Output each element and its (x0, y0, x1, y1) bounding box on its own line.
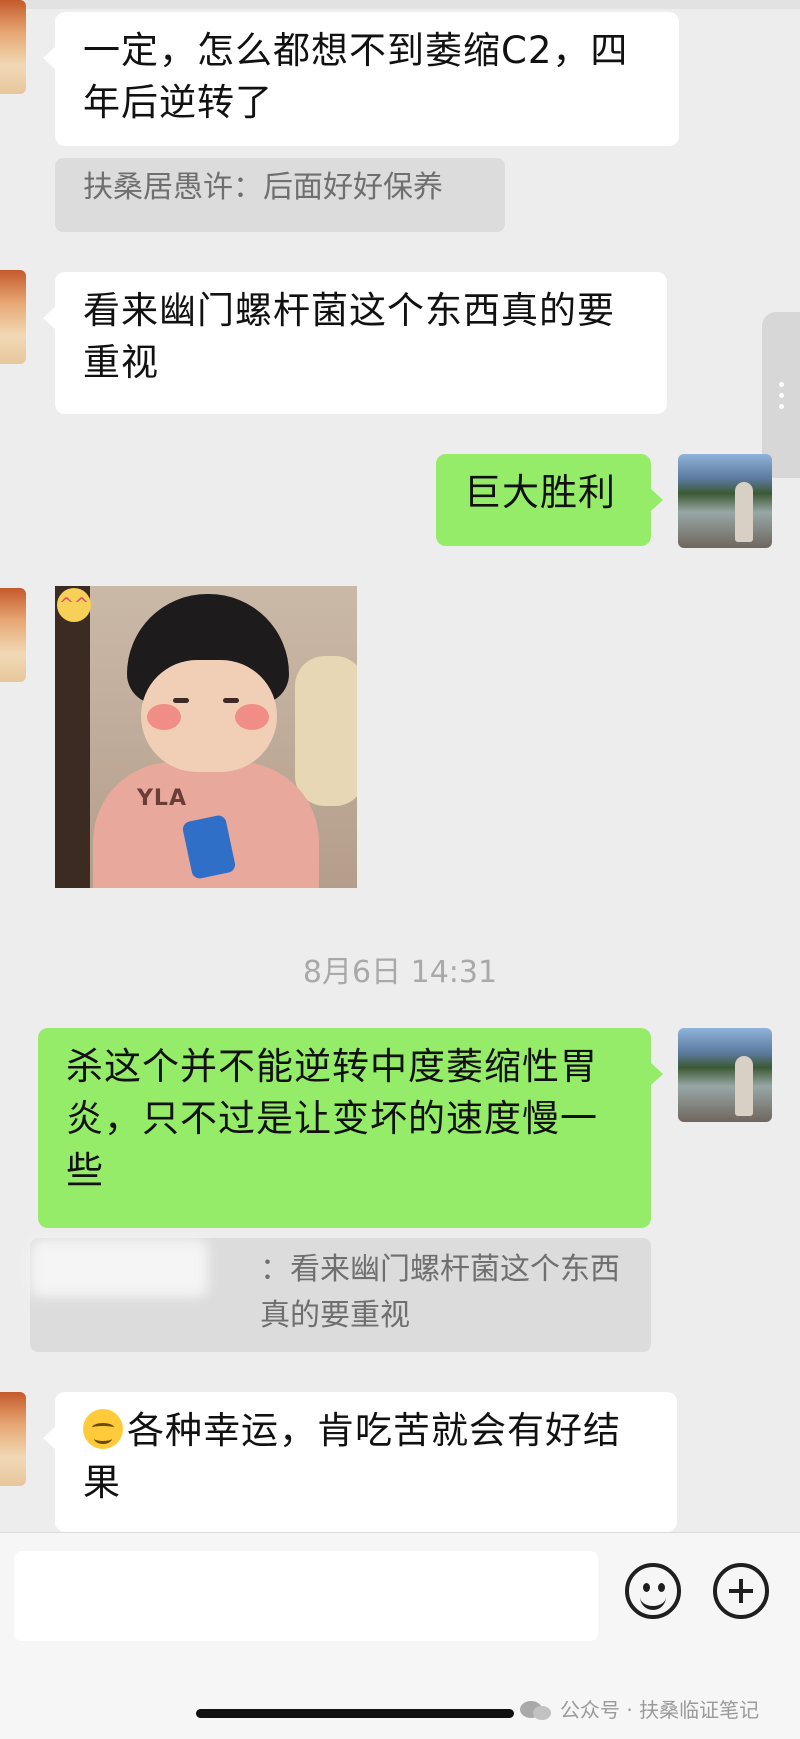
timestamp: 8月6日 14:31 (302, 955, 498, 990)
emoji-button-icon[interactable] (625, 1563, 681, 1619)
quote-text: ：看来幽门螺杆菌这个东西真的要重视 (260, 1252, 620, 1333)
input-bar: 公众号 · 扶桑临证笔记 (0, 1532, 800, 1739)
relieved-face-icon (83, 1409, 123, 1449)
contact-avatar[interactable] (0, 588, 26, 682)
message-bubble-incoming[interactable]: 各种幸运，肯吃苦就会有好结果 (43, 1392, 677, 1532)
message-bubble-incoming[interactable]: 看来幽门螺杆菌这个东西真的要重视 (43, 272, 667, 414)
my-avatar[interactable] (678, 1028, 772, 1122)
plus-button-icon[interactable] (713, 1563, 769, 1619)
message-text: 杀这个并不能逆转中度萎缩性胃炎，只不过是让变坏的速度慢一些 (66, 1045, 598, 1192)
watermark-text: 公众号 · 扶桑临证笔记 (560, 1698, 760, 1722)
wechat-icon (520, 1699, 554, 1721)
quoted-reply[interactable]: 扶桑居愚许：后面好好保养 (55, 158, 505, 232)
message-text: 各种幸运，肯吃苦就会有好结果 (83, 1409, 621, 1504)
message-bubble-incoming[interactable]: 一定，怎么都想不到萎缩C2，四年后逆转了 (43, 12, 679, 146)
watermark: 公众号 · 扶桑临证笔记 (520, 1693, 795, 1727)
contact-avatar[interactable] (0, 0, 26, 94)
message-bubble-outgoing[interactable]: 杀这个并不能逆转中度萎缩性胃炎，只不过是让变坏的速度慢一些 (38, 1028, 663, 1228)
chat-area: 一定，怎么都想不到萎缩C2，四年后逆转了 扶桑居愚许：后面好好保养 看来幽门螺杆… (0, 0, 800, 1532)
sticker-image[interactable]: YLA ^^ (55, 586, 357, 888)
message-text: 一定，怎么都想不到萎缩C2，四年后逆转了 (83, 29, 629, 124)
home-indicator (196, 1709, 514, 1718)
message-text: 看来幽门螺杆菌这个东西真的要重视 (83, 289, 615, 384)
message-bubble-outgoing[interactable]: 巨大胜利 (436, 454, 663, 546)
side-drag-handle[interactable] (762, 312, 800, 478)
sticker-badge: ^^ (57, 588, 91, 622)
contact-avatar[interactable] (0, 1392, 26, 1486)
quote-text: 扶桑居愚许：后面好好保养 (83, 170, 443, 205)
message-input[interactable] (14, 1551, 598, 1641)
my-avatar[interactable] (678, 454, 772, 548)
contact-avatar[interactable] (0, 270, 26, 364)
top-edge (0, 0, 800, 9)
message-text: 巨大胜利 (464, 471, 616, 514)
sticker-shirt-text: YLA (137, 786, 187, 811)
blurred-name (30, 1239, 208, 1297)
